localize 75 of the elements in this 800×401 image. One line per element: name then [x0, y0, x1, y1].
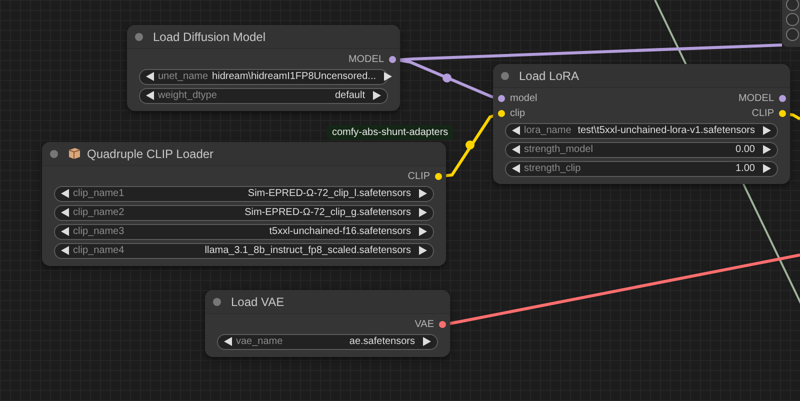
left-arrow-icon[interactable]	[61, 227, 69, 236]
combo-widget[interactable]: clip_name2 Sim-EPRED-Ω-72_clip_g.safetensors	[54, 204, 434, 220]
widget-label: vae_name	[236, 336, 283, 347]
node-title: Load LoRA	[519, 68, 580, 82]
right-arrow-icon[interactable]	[384, 72, 392, 81]
circle-button[interactable]	[786, 28, 799, 41]
output-slot-dot[interactable]	[779, 110, 786, 117]
output-slot-dot[interactable]	[389, 56, 396, 63]
input-slot-dot[interactable]	[498, 95, 505, 102]
widget-value: default	[334, 90, 365, 101]
widget-value: llama_3.1_8b_instruct_fp8_scaled.safetensors	[204, 245, 411, 256]
widget-value: 1.00	[734, 163, 755, 174]
collapse-dot-icon[interactable]	[135, 32, 143, 40]
left-arrow-icon[interactable]	[224, 337, 232, 346]
left-arrow-icon[interactable]	[512, 126, 520, 135]
output-slot-dot[interactable]	[435, 173, 442, 180]
right-arrow-icon[interactable]	[423, 337, 431, 346]
combo-widget[interactable]: strength_model 0.00	[505, 142, 778, 158]
widget-label: weight_dtype	[158, 90, 217, 101]
left-arrow-icon[interactable]	[512, 164, 520, 173]
circle-button[interactable]	[786, 0, 799, 11]
node-title: Load VAE	[231, 294, 284, 308]
node-title: Load Diffusion Model	[153, 30, 266, 44]
combo-widget[interactable]: clip_name4 llama_3.1_8b_instruct_fp8_scaled.safetensors	[54, 242, 434, 258]
widget-label: lora_name	[524, 125, 572, 136]
left-arrow-icon[interactable]	[146, 72, 154, 81]
right-arrow-icon[interactable]	[419, 208, 427, 217]
collapse-dot-icon[interactable]	[213, 298, 221, 306]
right-arrow-icon[interactable]	[763, 164, 771, 173]
widget-value: 0.00	[734, 144, 755, 155]
right-arrow-icon[interactable]	[373, 91, 381, 100]
widget-value: test\t5xxl-unchained-lora-v1.safetensors	[576, 125, 755, 136]
slot-label: model	[510, 93, 538, 104]
right-arrow-icon[interactable]	[763, 145, 771, 154]
combo-widget[interactable]: clip_name3 t5xxl-unchained-f16.safetensors	[54, 224, 434, 240]
widget-value: t5xxl-unchained-f16.safetensors	[268, 226, 411, 237]
input-slot-dot[interactable]	[498, 110, 505, 117]
output-slot-dot[interactable]	[439, 321, 446, 328]
left-arrow-icon[interactable]	[61, 189, 69, 198]
widget-label: clip_name3	[73, 226, 124, 237]
collapse-dot-icon[interactable]	[501, 72, 509, 80]
widget-label: clip_name4	[73, 245, 124, 256]
combo-widget[interactable]: vae_name ae.safetensors	[217, 334, 438, 350]
widget-label: unet_name	[158, 71, 208, 82]
widget-label: strength_clip	[524, 163, 581, 174]
right-arrow-icon[interactable]	[419, 227, 427, 236]
widget-value: Sim-EPRED-Ω-72_clip_g.safetensors	[244, 207, 411, 218]
widget-value: Sim-EPRED-Ω-72_clip_l.safetensors	[246, 188, 411, 199]
collapse-dot-icon[interactable]	[50, 150, 58, 158]
right-arrow-icon[interactable]	[419, 246, 427, 255]
combo-widget[interactable]: clip_name1 Sim-EPRED-Ω-72_clip_l.safetensors	[54, 186, 434, 202]
widget-label: clip_name1	[73, 188, 124, 199]
combo-widget[interactable]: lora_name test\t5xxl-unchained-lora-v1.safetensors	[505, 122, 778, 138]
widget-label: strength_model	[524, 144, 593, 155]
slot-label: MODEL	[738, 93, 774, 104]
combo-widget[interactable]: weight_dtype default	[139, 88, 388, 104]
circle-button[interactable]	[786, 13, 799, 26]
slot-label: clip	[510, 108, 526, 119]
widget-value: ae.safetensors	[348, 336, 415, 347]
combo-widget[interactable]: strength_clip 1.00	[505, 160, 778, 176]
right-arrow-icon[interactable]	[763, 126, 771, 135]
right-arrow-icon[interactable]	[419, 189, 427, 198]
slot-label: CLIP	[752, 108, 774, 119]
slot-label: CLIP	[408, 171, 430, 182]
left-arrow-icon[interactable]	[512, 145, 520, 154]
left-arrow-icon[interactable]	[146, 91, 154, 100]
left-arrow-icon[interactable]	[61, 246, 69, 255]
node-title: Quadruple CLIP Loader	[87, 146, 214, 160]
slot-label: VAE	[414, 319, 434, 330]
group-tag: comfy-abs-shunt-adapters	[327, 125, 454, 140]
slot-label: MODEL	[348, 54, 384, 65]
widget-value: hidream\hidreamI1FP8Uncensored...	[212, 71, 376, 82]
output-slot-dot[interactable]	[779, 95, 786, 102]
widget-label: clip_name2	[73, 207, 124, 218]
left-arrow-icon[interactable]	[61, 208, 69, 217]
